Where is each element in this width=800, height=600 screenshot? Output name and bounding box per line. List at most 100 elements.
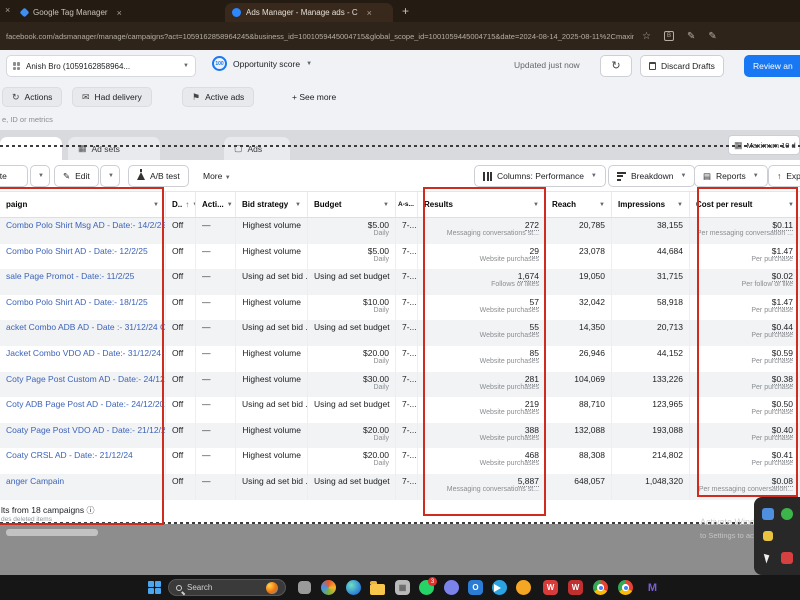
browser-tab-ads-manager[interactable]: Ads Manager - Manage ads - C × [225,3,393,22]
file-explorer-icon[interactable] [369,579,386,596]
extension-icon[interactable]: B [663,31,674,41]
reports-icon: ▤ [703,170,712,181]
phone-link-icon[interactable] [443,579,460,596]
whatsapp-icon[interactable]: 3 [418,577,437,596]
gallery-app-icon[interactable]: ▦ [394,579,411,596]
budget-cell: Using ad set budget [308,320,396,346]
recorder-stop-icon[interactable] [780,551,793,564]
annotation-box-results [423,187,546,516]
bookmark-star-icon[interactable]: ☆ [642,31,651,42]
reach-cell: 132,088 [546,422,612,449]
delivery-cell: Off [166,473,196,500]
bid-strategy-cell: Highest volume [236,371,308,398]
budget-cell: $20.00 Daily [308,422,396,449]
ad-account-selector[interactable]: Anish Bro (1059162858964... ▼ [6,55,196,77]
chevron-down-icon: ▼ [295,201,301,208]
active-ads-filter-button[interactable]: ⚑ Active ads [182,87,255,107]
edit-dropdown[interactable]: ▼ [100,165,120,187]
breakdown-button[interactable]: Breakdown ▼ [608,165,696,187]
col-budget[interactable]: Budget ▼ [308,192,396,217]
bid-strategy-cell: Highest volume [236,218,308,244]
bid-strategy-cell: Highest volume [236,345,308,372]
telegram-icon[interactable] [491,579,508,596]
col-bid-strategy[interactable]: Bid strategy ▼ [236,192,308,217]
more-button[interactable]: More ▼ [203,171,231,181]
ad-sets-cell: 7-... [396,294,418,321]
edit-button[interactable]: ✎ Edit [54,165,99,187]
chevron-down-icon: ▼ [183,63,189,69]
edit-pencil-icon[interactable]: ✎ [687,31,695,42]
gtm-favicon [19,7,30,18]
search-placeholder-fragment[interactable]: e, ID or metrics [2,115,53,124]
ad-sets-cell: 7-... [396,397,418,423]
chrome-icon-2[interactable] [617,579,634,596]
reports-button[interactable]: ▤ Reports ▼ [694,165,768,187]
close-icon[interactable]: × [117,8,122,18]
grid-icon [13,62,21,70]
outlook-icon[interactable]: O [467,579,484,596]
activate-windows-watermark-line2: to Settings to activ [700,531,762,540]
chrome-icon[interactable] [592,579,609,596]
budget-cell: Using ad set budget [308,269,396,295]
horizontal-scrollbar-thumb[interactable] [6,529,98,536]
photos-app-icon[interactable] [320,579,337,596]
actions-icon: ↻ [12,91,20,102]
red-app-icon-2[interactable]: W [567,579,584,596]
chevron-down-icon: ▼ [599,201,605,208]
recorder-record-icon[interactable] [780,508,793,521]
recorder-draw-icon[interactable] [762,530,773,541]
discard-drafts-button[interactable]: Discard Drafts [640,55,724,77]
col-actions[interactable]: Acti... ▼ [196,192,236,217]
budget-cell: $30.00 Daily [308,371,396,398]
had-delivery-filter-button[interactable]: ✉ Had delivery [72,87,152,107]
score-badge: 100 [212,56,227,71]
reach-cell: 14,350 [546,320,612,346]
close-icon[interactable]: × [5,5,10,15]
export-icon: ↑ [777,171,782,181]
columns-button[interactable]: Columns: Performance ▼ [474,165,606,187]
recorder-panel[interactable] [754,497,800,575]
impressions-cell: 31,715 [612,269,690,295]
edge-app-icon[interactable] [345,579,362,596]
browser-tab-gtm[interactable]: Google Tag Manager × [14,3,154,22]
reach-cell: 20,785 [546,218,612,244]
search-icon [176,584,182,591]
tab-campaigns[interactable] [0,137,62,160]
red-app-icon[interactable]: W [542,579,559,596]
start-button[interactable] [146,579,163,596]
col-impressions[interactable]: Impressions ▼ [612,192,690,217]
duplicate-button[interactable]: licate [0,165,28,187]
delivery-cell: Off [166,294,196,321]
m-app-icon[interactable]: M [644,579,661,596]
ad-sets-cell: 7-... [396,243,418,270]
browser-tab-strip: × Google Tag Manager × Ads Manager - Man… [0,0,800,22]
url-text[interactable]: facebook.com/adsmanager/manage/campaigns… [6,32,634,41]
recorder-camera-icon[interactable] [761,508,774,521]
reach-cell: 23,078 [546,243,612,270]
actions-filter-button[interactable]: ↻ Actions [2,87,63,107]
refresh-button[interactable]: ↻ [600,55,632,77]
chevron-down-icon: ▼ [108,173,114,179]
browser-url-bar[interactable]: facebook.com/adsmanager/manage/campaigns… [0,22,800,50]
col-delivery[interactable]: D..↑▼ [166,192,196,217]
action-cell: — [196,320,236,346]
close-icon[interactable]: × [367,8,372,18]
delivery-cell: Off [166,218,196,244]
col-ad-sets[interactable]: A-s...▼ [396,192,418,217]
task-view-button[interactable] [296,579,313,596]
opportunity-score[interactable]: 100 Opportunity score ▼ [212,56,312,71]
mango-app-icon[interactable] [515,579,532,596]
recorder-cursor-icon[interactable] [763,552,772,564]
see-more-button[interactable]: + See more [292,92,336,102]
duplicate-dropdown[interactable]: ▼ [30,165,50,187]
edit-pencil-icon-2[interactable]: ✎ [708,31,716,42]
new-tab-button[interactable]: + [402,4,409,18]
col-reach[interactable]: Reach ▼ [546,192,612,217]
taskbar-search[interactable]: Search [168,579,286,596]
impressions-cell: 1,048,320 [612,473,690,500]
tab-ads[interactable]: ▢ Ads [224,137,290,160]
review-and-publish-button[interactable]: Review an [744,55,800,77]
export-button[interactable]: ↑ Exp [768,165,800,187]
tab-ad-sets[interactable]: ▦ Ad sets [68,137,160,160]
ab-test-button[interactable]: A/B test [128,165,189,187]
